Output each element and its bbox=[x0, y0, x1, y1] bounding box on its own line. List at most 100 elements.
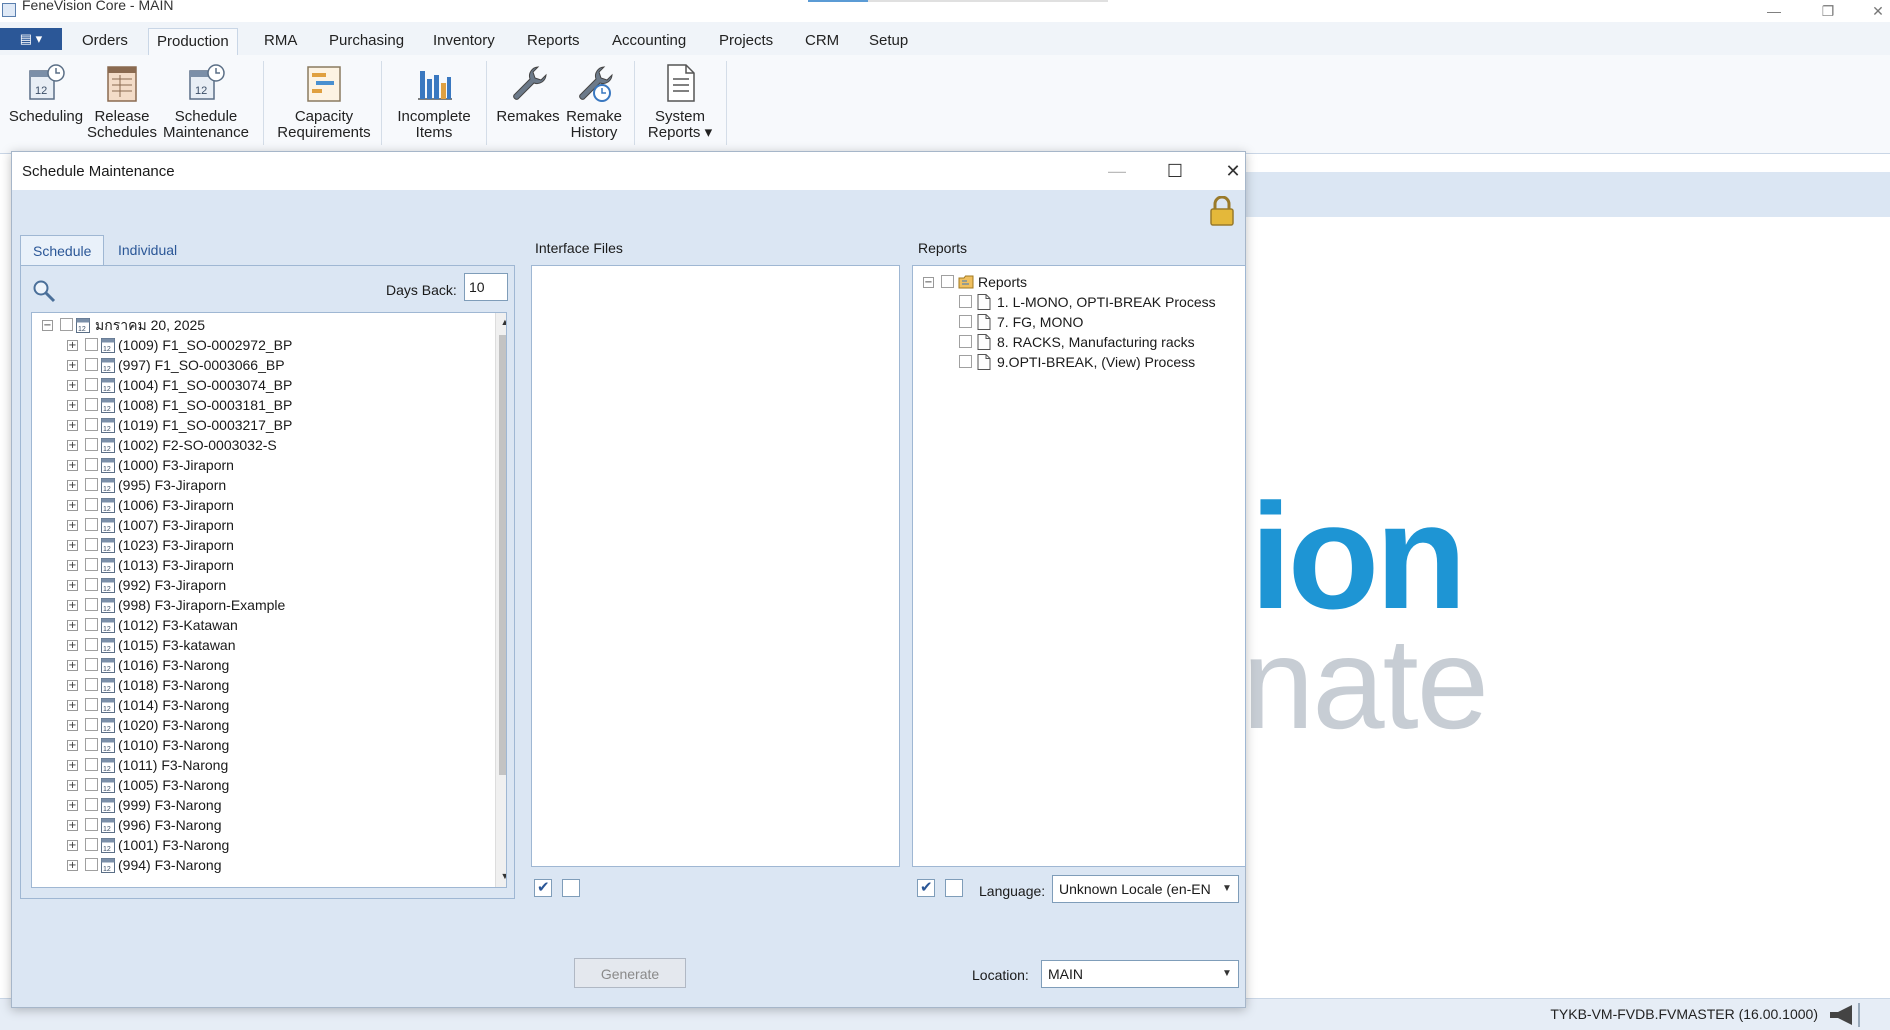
tree-checkbox[interactable] bbox=[85, 498, 98, 511]
tree-row[interactable]: +12 (1010) F3-Narong bbox=[32, 735, 492, 755]
scroll-thumb[interactable] bbox=[499, 335, 506, 775]
expand-icon[interactable]: + bbox=[67, 560, 78, 571]
tree-checkbox[interactable] bbox=[85, 438, 98, 451]
tree-checkbox[interactable] bbox=[85, 418, 98, 431]
tree-checkbox[interactable] bbox=[85, 518, 98, 531]
tree-checkbox[interactable] bbox=[85, 358, 98, 371]
chevron-down-icon[interactable]: ▼ bbox=[1216, 961, 1238, 987]
tree-checkbox[interactable] bbox=[85, 738, 98, 751]
location-select[interactable]: MAIN ▼ bbox=[1041, 960, 1239, 988]
expand-icon[interactable]: + bbox=[67, 820, 78, 831]
tree-checkbox[interactable] bbox=[85, 478, 98, 491]
interface-files-list[interactable] bbox=[531, 265, 900, 867]
lock-icon[interactable] bbox=[1208, 196, 1236, 226]
tree-row[interactable]: +12 (995) F3-Jiraporn bbox=[32, 475, 492, 495]
remake-history-button[interactable]: Remake History bbox=[562, 63, 626, 141]
tree-checkbox[interactable] bbox=[85, 678, 98, 691]
tree-checkbox[interactable] bbox=[85, 818, 98, 831]
tree-row[interactable]: +12 (999) F3-Narong bbox=[32, 795, 492, 815]
capacity-requirements-button[interactable]: Capacity Requirements bbox=[274, 63, 374, 141]
expand-icon[interactable]: + bbox=[67, 720, 78, 731]
tree-row[interactable]: +12 (1009) F1_SO-0002972_BP bbox=[32, 335, 492, 355]
tree-checkbox[interactable] bbox=[85, 798, 98, 811]
tree-root-row[interactable]: − 12 มกราคม 20, 2025 bbox=[32, 315, 492, 335]
expand-icon[interactable]: + bbox=[67, 580, 78, 591]
tree-checkbox[interactable] bbox=[85, 458, 98, 471]
tab-rma[interactable]: RMA bbox=[256, 28, 305, 54]
tree-row[interactable]: +12 (996) F3-Narong bbox=[32, 815, 492, 835]
expand-icon[interactable]: + bbox=[67, 840, 78, 851]
dialog-maximize-button[interactable]: ☐ bbox=[1155, 156, 1195, 186]
tree-checkbox[interactable] bbox=[85, 338, 98, 351]
tab-crm[interactable]: CRM bbox=[797, 28, 847, 54]
expand-icon[interactable]: + bbox=[67, 800, 78, 811]
tree-checkbox[interactable] bbox=[85, 858, 98, 871]
tree-checkbox[interactable] bbox=[85, 378, 98, 391]
tree-checkbox[interactable] bbox=[60, 318, 73, 331]
tab-production[interactable]: Production bbox=[148, 28, 238, 55]
scroll-down-icon[interactable]: ▼ bbox=[496, 867, 506, 885]
tree-row[interactable]: +12 (1008) F1_SO-0003181_BP bbox=[32, 395, 492, 415]
restore-button[interactable]: ❐ bbox=[1808, 0, 1848, 22]
tab-orders[interactable]: Orders bbox=[74, 28, 136, 54]
tree-row[interactable]: +12 (1015) F3-katawan bbox=[32, 635, 492, 655]
tab-setup[interactable]: Setup bbox=[861, 28, 916, 54]
tree-row[interactable]: +12 (1014) F3-Narong bbox=[32, 695, 492, 715]
tree-row[interactable]: +12 (1019) F1_SO-0003217_BP bbox=[32, 415, 492, 435]
expand-icon[interactable]: + bbox=[67, 340, 78, 351]
close-window-button[interactable]: ✕ bbox=[1858, 0, 1890, 22]
tree-row[interactable]: +12 (1005) F3-Narong bbox=[32, 775, 492, 795]
expand-icon[interactable]: + bbox=[67, 680, 78, 691]
chevron-down-icon[interactable]: ▼ bbox=[1216, 876, 1238, 902]
system-reports-button[interactable]: System Reports ▾ bbox=[640, 63, 720, 141]
expand-icon[interactable]: + bbox=[67, 500, 78, 511]
tree-row[interactable]: +12 (997) F1_SO-0003066_BP bbox=[32, 355, 492, 375]
expand-icon[interactable]: + bbox=[67, 640, 78, 651]
report-checkbox[interactable] bbox=[959, 295, 972, 308]
expand-icon[interactable]: + bbox=[67, 860, 78, 871]
tab-inventory[interactable]: Inventory bbox=[425, 28, 503, 54]
expand-icon[interactable]: + bbox=[67, 440, 78, 451]
expand-icon[interactable]: + bbox=[67, 380, 78, 391]
tree-row[interactable]: +12 (1016) F3-Narong bbox=[32, 655, 492, 675]
tree-row[interactable]: +12 (1001) F3-Narong bbox=[32, 835, 492, 855]
expand-icon[interactable]: + bbox=[67, 620, 78, 631]
tree-checkbox[interactable] bbox=[85, 758, 98, 771]
report-row[interactable]: 1. L-MONO, OPTI-BREAK Process bbox=[913, 292, 1233, 312]
expand-icon[interactable]: + bbox=[67, 660, 78, 671]
tree-row[interactable]: +12 (1011) F3-Narong bbox=[32, 755, 492, 775]
report-checkbox[interactable] bbox=[959, 355, 972, 368]
expand-icon[interactable]: + bbox=[67, 540, 78, 551]
release-schedules-button[interactable]: Release Schedules bbox=[86, 63, 158, 141]
tree-checkbox[interactable] bbox=[85, 618, 98, 631]
expand-icon[interactable]: + bbox=[67, 740, 78, 751]
report-checkbox[interactable] bbox=[959, 315, 972, 328]
expand-icon[interactable]: + bbox=[67, 600, 78, 611]
days-back-input[interactable]: 10 bbox=[464, 273, 508, 301]
generate-button[interactable]: Generate bbox=[574, 958, 686, 988]
tree-row[interactable]: +12 (1012) F3-Katawan bbox=[32, 615, 492, 635]
remakes-button[interactable]: Remakes bbox=[494, 63, 562, 125]
megaphone-icon[interactable] bbox=[1826, 1003, 1866, 1027]
report-row[interactable]: 7. FG, MONO bbox=[913, 312, 1233, 332]
interface-files-uncheck-all[interactable] bbox=[562, 879, 580, 897]
tree-row[interactable]: +12 (1018) F3-Narong bbox=[32, 675, 492, 695]
tree-checkbox[interactable] bbox=[85, 578, 98, 591]
tab-projects[interactable]: Projects bbox=[711, 28, 781, 54]
tree-row[interactable]: +12 (1006) F3-Jiraporn bbox=[32, 495, 492, 515]
tree-checkbox[interactable] bbox=[85, 718, 98, 731]
minimize-button[interactable]: — bbox=[1754, 0, 1794, 22]
expand-icon[interactable]: + bbox=[67, 760, 78, 771]
report-checkbox[interactable] bbox=[959, 335, 972, 348]
tree-checkbox[interactable] bbox=[85, 538, 98, 551]
tree-checkbox[interactable] bbox=[85, 638, 98, 651]
tree-row[interactable]: +12 (1023) F3-Jiraporn bbox=[32, 535, 492, 555]
expand-icon[interactable]: + bbox=[67, 400, 78, 411]
reports-check-all[interactable] bbox=[917, 878, 935, 897]
interface-files-check-all[interactable] bbox=[534, 878, 552, 897]
search-icon[interactable] bbox=[32, 279, 56, 303]
tab-reports[interactable]: Reports bbox=[519, 28, 588, 54]
schedule-maintenance-button[interactable]: 12 Schedule Maintenance bbox=[162, 63, 250, 141]
scheduling-button[interactable]: 12 Scheduling bbox=[6, 63, 86, 125]
tree-row[interactable]: +12 (1002) F2-SO-0003032-S bbox=[32, 435, 492, 455]
